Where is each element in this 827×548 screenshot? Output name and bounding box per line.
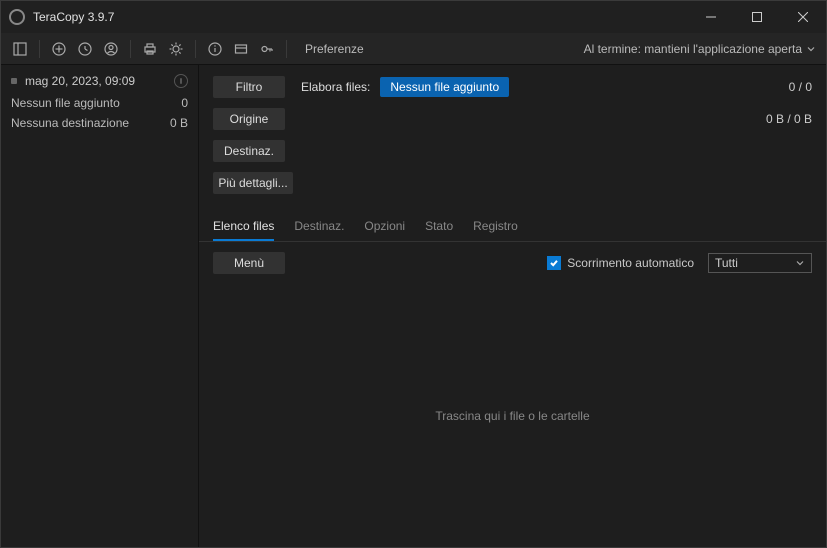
tab-options[interactable]: Opzioni: [364, 213, 405, 241]
destination-button[interactable]: Destinaz.: [213, 140, 285, 162]
checkbox-checked-icon: [547, 256, 561, 270]
autoscroll-checkbox[interactable]: Scorrimento automatico: [547, 256, 694, 270]
add-icon[interactable]: [46, 36, 72, 62]
process-label: Elabora files:: [301, 80, 370, 94]
filter-button[interactable]: Filtro: [213, 76, 285, 98]
history-timestamp: mag 20, 2023, 09:09: [25, 74, 174, 88]
chevron-down-icon: [806, 44, 816, 54]
size-count: 0 B / 0 B: [766, 112, 812, 126]
title-bar: TeraCopy 3.9.7: [1, 1, 826, 33]
history-dest-label: Nessuna destinazione: [11, 116, 129, 130]
minimize-button[interactable]: [688, 1, 734, 33]
gear-icon[interactable]: [163, 36, 189, 62]
prefs-label[interactable]: Preferenze: [305, 42, 364, 56]
on-finish-label: Al termine: mantieni l'applicazione aper…: [584, 42, 802, 56]
tabs: Elenco files Destinaz. Opzioni Stato Reg…: [199, 213, 826, 242]
app-logo-icon: [9, 9, 25, 25]
info-icon[interactable]: [202, 36, 228, 62]
source-button[interactable]: Origine: [213, 108, 285, 130]
tab-files[interactable]: Elenco files: [213, 213, 274, 241]
history-icon[interactable]: [72, 36, 98, 62]
history-entry[interactable]: mag 20, 2023, 09:09: [1, 69, 198, 93]
filter-dropdown[interactable]: Tutti: [708, 253, 812, 273]
tab-destination[interactable]: Destinaz.: [294, 213, 344, 241]
more-details-button[interactable]: Più dettagli...: [213, 172, 293, 194]
main-panel: Filtro Elabora files: Nessun file aggiun…: [199, 65, 826, 547]
history-files-line: Nessun file aggiunto 0: [1, 93, 198, 113]
tab-state[interactable]: Stato: [425, 213, 453, 241]
card-icon[interactable]: [228, 36, 254, 62]
window-title: TeraCopy 3.9.7: [33, 10, 688, 24]
drop-hint: Trascina qui i file o le cartelle: [435, 409, 589, 423]
panel-toggle-icon[interactable]: [7, 36, 33, 62]
tab-log[interactable]: Registro: [473, 213, 518, 241]
history-files-label: Nessun file aggiunto: [11, 96, 120, 110]
pending-status-icon: [174, 74, 188, 88]
file-count: 0 / 0: [789, 80, 812, 94]
print-icon[interactable]: [137, 36, 163, 62]
maximize-button[interactable]: [734, 1, 780, 33]
close-button[interactable]: [780, 1, 826, 33]
sidebar: mag 20, 2023, 09:09 Nessun file aggiunto…: [1, 65, 199, 547]
history-files-value: 0: [181, 96, 188, 110]
on-finish-dropdown[interactable]: Al termine: mantieni l'applicazione aper…: [584, 42, 816, 56]
autoscroll-label: Scorrimento automatico: [567, 256, 694, 270]
files-badge[interactable]: Nessun file aggiunto: [380, 77, 509, 97]
history-dest-value: 0 B: [170, 116, 188, 130]
window-controls: [688, 1, 826, 33]
menu-button[interactable]: Menù: [213, 252, 285, 274]
drop-area[interactable]: Trascina qui i file o le cartelle: [199, 284, 826, 547]
history-dest-line: Nessuna destinazione 0 B: [1, 113, 198, 133]
user-icon[interactable]: [98, 36, 124, 62]
toolbar: Preferenze Al termine: mantieni l'applic…: [1, 33, 826, 65]
key-icon[interactable]: [254, 36, 280, 62]
filter-dropdown-value: Tutti: [715, 256, 738, 270]
job-status-dot-icon: [11, 78, 17, 84]
chevron-down-icon: [795, 258, 805, 268]
